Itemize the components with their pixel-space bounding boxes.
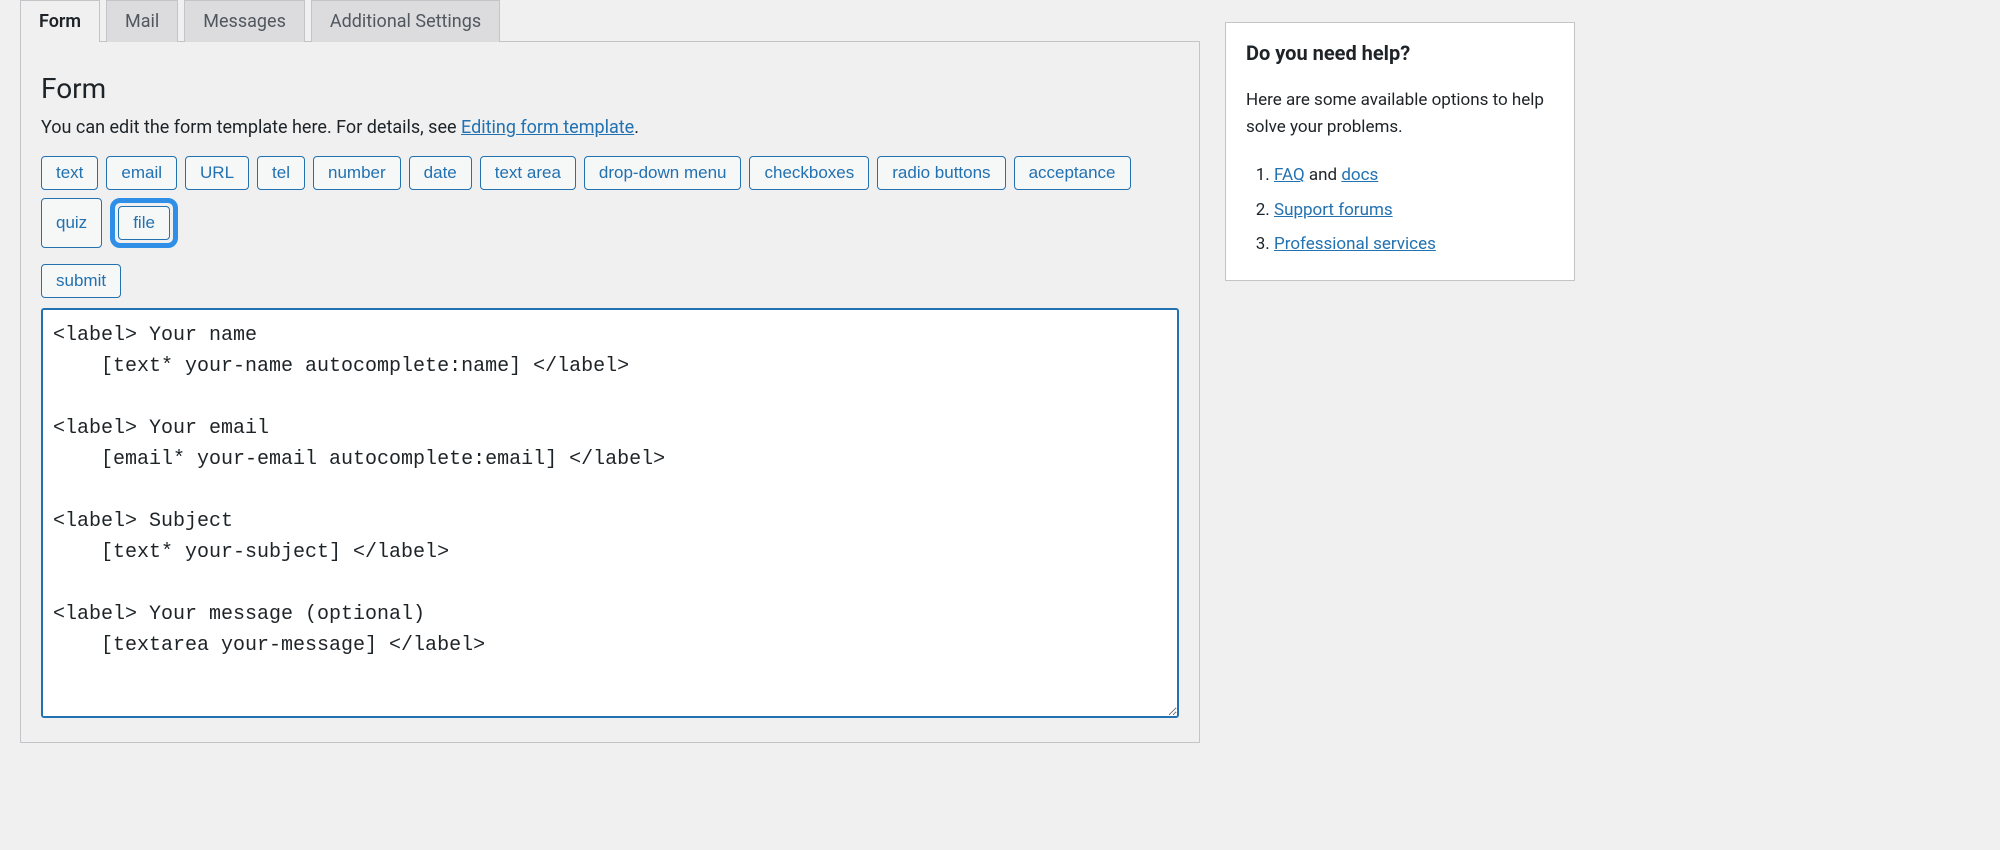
tag-button-row: text email URL tel number date text area…	[41, 156, 1179, 298]
tag-email-button[interactable]: email	[106, 156, 177, 190]
tag-file-button[interactable]: file	[118, 206, 170, 240]
help-item-faq: FAQ and docs	[1274, 159, 1554, 191]
main-panel: Form Mail Messages Additional Settings F…	[20, 0, 1200, 743]
tab-form[interactable]: Form	[20, 0, 100, 42]
description-suffix: .	[634, 117, 639, 138]
tag-quiz-button[interactable]: quiz	[41, 198, 102, 248]
tag-submit-button[interactable]: submit	[41, 264, 121, 298]
tag-radio-button[interactable]: radio buttons	[877, 156, 1005, 190]
professional-services-link[interactable]: Professional services	[1274, 234, 1436, 254]
support-forums-link[interactable]: Support forums	[1274, 200, 1393, 220]
tag-acceptance-button[interactable]: acceptance	[1014, 156, 1131, 190]
form-panel: Form You can edit the form template here…	[20, 41, 1200, 743]
help-item-professional: Professional services	[1274, 228, 1554, 260]
tab-additional-settings[interactable]: Additional Settings	[311, 0, 500, 42]
tag-number-button[interactable]: number	[313, 156, 401, 190]
form-template-textarea[interactable]	[41, 308, 1179, 718]
help-intro: Here are some available options to help …	[1246, 87, 1554, 141]
tab-mail[interactable]: Mail	[106, 0, 178, 42]
help-list: FAQ and docs Support forums Professional…	[1246, 159, 1554, 260]
section-heading: Form	[41, 72, 1179, 105]
tag-url-button[interactable]: URL	[185, 156, 249, 190]
tabs-bar: Form Mail Messages Additional Settings	[20, 0, 1200, 42]
help-item-support: Support forums	[1274, 194, 1554, 226]
tag-tel-button[interactable]: tel	[257, 156, 305, 190]
help-title: Do you need help?	[1246, 41, 1554, 65]
docs-link[interactable]: docs	[1341, 165, 1378, 185]
faq-link[interactable]: FAQ	[1274, 165, 1305, 185]
description-text: You can edit the form template here. For…	[41, 117, 461, 138]
tag-textarea-button[interactable]: text area	[480, 156, 576, 190]
help-sidebar: Do you need help? Here are some availabl…	[1225, 22, 1575, 281]
tag-date-button[interactable]: date	[409, 156, 472, 190]
tab-messages[interactable]: Messages	[184, 0, 305, 42]
form-description: You can edit the form template here. For…	[41, 117, 1179, 138]
tag-dropdown-button[interactable]: drop-down menu	[584, 156, 742, 190]
tag-text-button[interactable]: text	[41, 156, 98, 190]
help-faq-mid: and	[1305, 165, 1342, 185]
tag-checkboxes-button[interactable]: checkboxes	[749, 156, 869, 190]
file-button-highlight: file	[110, 198, 178, 248]
editing-template-link[interactable]: Editing form template	[461, 117, 634, 138]
